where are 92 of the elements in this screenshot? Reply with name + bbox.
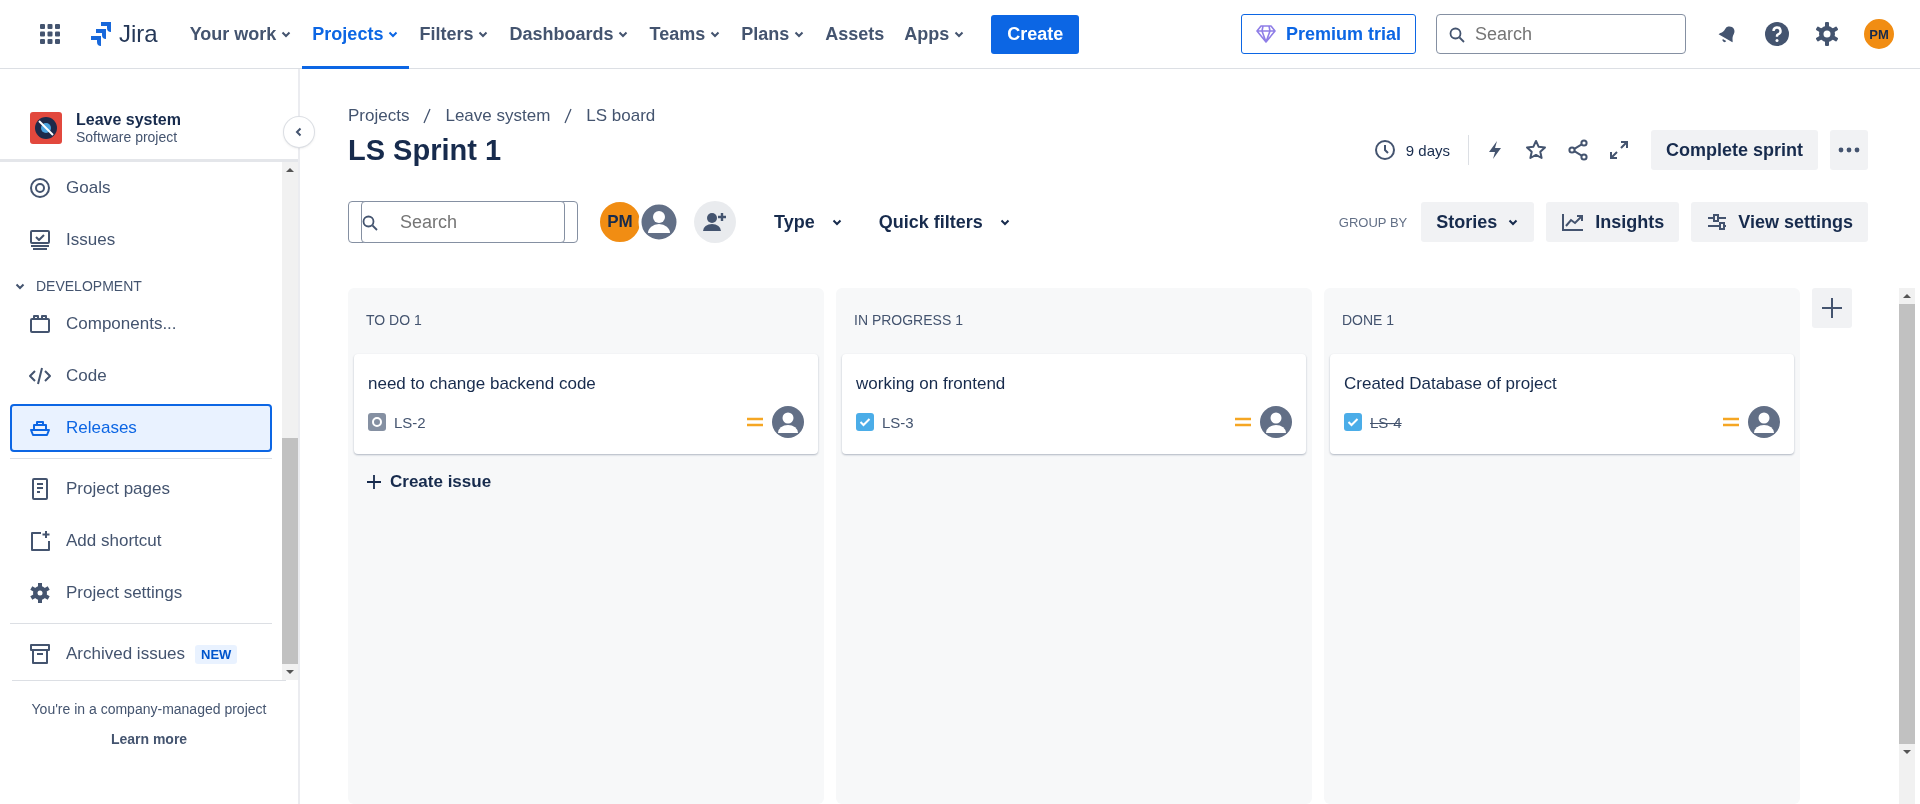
issue-key[interactable]: LS-4 [1370, 413, 1402, 431]
section-heading[interactable]: DEVELOPMENT [10, 266, 272, 298]
settings-icon [28, 581, 52, 605]
clock-icon [1373, 139, 1396, 161]
assignee-avatar-icon[interactable] [1748, 406, 1780, 438]
chart-icon [1561, 212, 1586, 232]
search-field[interactable]: Search [361, 201, 565, 243]
issue-summary: need to change backend code [368, 374, 597, 394]
plus-icon [366, 474, 382, 490]
expand-icon[interactable] [1608, 139, 1630, 161]
view-settings-button[interactable]: View settings [1691, 202, 1868, 242]
sprint-title: LS Sprint 1 [348, 133, 502, 167]
issue-card[interactable]: need to change backend code LS-2 [354, 354, 818, 454]
issue-card[interactable]: Created Database of project LS-4 [1330, 354, 1794, 454]
board-scrollbar[interactable] [1899, 288, 1915, 804]
app-switcher-icon[interactable] [39, 23, 61, 45]
project-type: Software project [76, 129, 179, 145]
nav-menu[interactable]: Plans [731, 0, 816, 69]
priority-icon [746, 416, 764, 428]
more-button[interactable] [1830, 130, 1868, 170]
nav-menu[interactable]: Projects [302, 0, 410, 69]
sidebar-item[interactable]: Issues [10, 216, 272, 264]
sidebar-scrollbar[interactable] [282, 162, 298, 680]
sidebar-item[interactable]: Add shortcut [10, 517, 272, 565]
days-remaining: 9 days [1405, 141, 1450, 159]
issue-summary: Created Database of project [1344, 374, 1558, 394]
breadcrumb-separator [423, 108, 432, 124]
sidebar-item[interactable]: Goals [10, 164, 272, 212]
project-icon [30, 112, 62, 144]
add-people-button[interactable] [694, 201, 736, 243]
user-avatar[interactable]: PM [1862, 17, 1896, 51]
sidebar-item[interactable]: Archived issues NEW [10, 630, 272, 678]
diamond-icon [1255, 25, 1276, 43]
filter-dropdown[interactable]: Type [756, 202, 861, 242]
nav-menu[interactable]: Filters [409, 0, 500, 69]
nav-menu[interactable]: Teams [639, 0, 732, 69]
sidebar-item[interactable]: Code [10, 352, 272, 400]
nav-menu[interactable]: Dashboards [499, 0, 640, 69]
breadcrumb-link[interactable]: Leave system [445, 106, 551, 126]
chevron-icon [294, 127, 304, 137]
priority-icon [1234, 416, 1252, 428]
issue-card[interactable]: working on frontend LS-3 [842, 354, 1306, 454]
search-field[interactable]: Search [1436, 14, 1686, 54]
collapse-sidebar-button[interactable] [284, 117, 314, 147]
breadcrumb-link[interactable]: Projects [348, 106, 410, 126]
star-icon[interactable] [1524, 138, 1548, 162]
sidebar-item[interactable]: Releases [10, 404, 272, 452]
plus-icon [1821, 297, 1843, 319]
more-icon [1838, 147, 1860, 153]
user-avatar[interactable]: PM [598, 200, 642, 244]
goals-icon [28, 176, 52, 200]
premium-trial-button[interactable]: Premium trial [1240, 14, 1416, 54]
help-icon[interactable] [1764, 21, 1790, 47]
issue-summary: working on frontend [856, 374, 1007, 394]
sidebar-item[interactable]: Components... [10, 300, 272, 348]
project-note: You're in a company-managed project [30, 701, 268, 717]
sidebar-item[interactable]: Project settings [10, 569, 272, 617]
nav-menu[interactable]: Assets [815, 0, 895, 69]
shortcut-icon [28, 529, 52, 553]
sliders-icon [1706, 212, 1729, 232]
column-title: TO DO 1 [365, 311, 423, 330]
add-column-button[interactable] [1812, 288, 1852, 328]
new-badge: NEW [195, 644, 238, 664]
filter-dropdown[interactable]: Quick filters [860, 202, 1029, 242]
create-issue-button[interactable]: Create issue [354, 454, 504, 510]
column-title: DONE 1 [1341, 311, 1396, 330]
issues-icon [28, 228, 52, 252]
nav-menu[interactable]: Apps [894, 0, 976, 69]
group-by-label: GROUP BY [1338, 214, 1408, 230]
project-name: Leave system [76, 111, 181, 129]
settings-icon[interactable] [1814, 21, 1840, 47]
learn-more-link[interactable]: Learn more [0, 731, 298, 747]
breadcrumb-link[interactable]: LS board [586, 106, 656, 126]
add-person-icon [703, 211, 727, 233]
create-button[interactable]: Create [991, 14, 1080, 54]
archive-icon [28, 642, 52, 666]
logo-text[interactable]: Jira [119, 20, 158, 48]
issue-key[interactable]: LS-3 [882, 413, 914, 431]
breadcrumb-separator [564, 108, 573, 124]
nav-menu[interactable]: Your work [179, 0, 303, 69]
priority-icon [1722, 416, 1740, 428]
person-avatar-icon[interactable] [638, 201, 680, 243]
insights-button[interactable]: Insights [1546, 202, 1680, 242]
components-icon [28, 312, 52, 336]
share-icon[interactable] [1566, 138, 1590, 162]
assignee-avatar-icon[interactable] [1260, 406, 1292, 438]
issue-key[interactable]: LS-2 [394, 413, 426, 431]
assignee-avatar-icon[interactable] [772, 406, 804, 438]
column-title: IN PROGRESS 1 [853, 311, 964, 330]
group-by-dropdown[interactable]: Stories [1421, 202, 1535, 242]
complete-sprint-button[interactable]: Complete sprint [1651, 130, 1818, 170]
sidebar-item[interactable]: Project pages [10, 465, 272, 513]
